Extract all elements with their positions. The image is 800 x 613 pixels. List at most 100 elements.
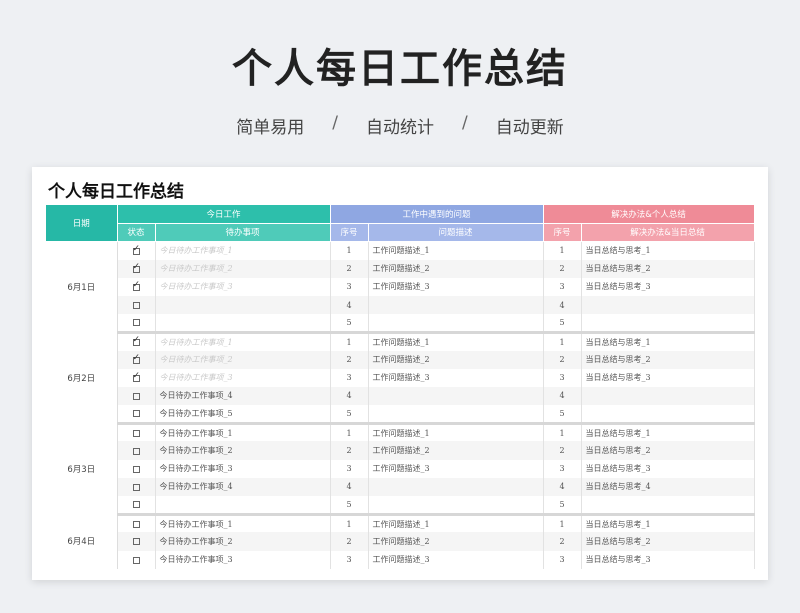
date-cell[interactable]: 6月1日 xyxy=(46,241,118,333)
checkbox[interactable] xyxy=(132,556,140,564)
seq-cell[interactable]: 2 xyxy=(330,259,369,278)
summary-cell[interactable] xyxy=(581,496,755,516)
status-cell[interactable] xyxy=(117,423,156,442)
seq-cell[interactable]: 5 xyxy=(543,314,582,334)
problem-cell[interactable]: 工作问题描述_1 xyxy=(368,423,544,442)
problem-cell[interactable]: 工作问题描述_2 xyxy=(368,532,544,551)
seq-cell[interactable]: 3 xyxy=(330,459,369,478)
checkbox[interactable] xyxy=(132,353,140,364)
seq-cell[interactable]: 1 xyxy=(330,332,369,351)
header-status[interactable]: 状态 xyxy=(117,223,156,242)
seq-cell[interactable]: 2 xyxy=(543,259,582,278)
problem-cell[interactable]: 工作问题描述_2 xyxy=(368,441,544,460)
status-cell[interactable] xyxy=(117,405,156,425)
checkbox[interactable] xyxy=(132,521,140,529)
header-group-today[interactable]: 今日工作 xyxy=(117,205,331,224)
summary-cell[interactable] xyxy=(581,405,755,425)
problem-cell[interactable] xyxy=(368,496,544,516)
summary-cell[interactable]: 当日总结与思考_2 xyxy=(581,532,755,551)
seq-cell[interactable]: 5 xyxy=(330,314,369,334)
status-cell[interactable] xyxy=(117,532,156,551)
problem-cell[interactable] xyxy=(368,386,544,406)
seq-cell[interactable]: 1 xyxy=(543,514,582,533)
seq-cell[interactable]: 3 xyxy=(543,550,582,569)
seq-cell[interactable]: 2 xyxy=(330,350,369,369)
todo-cell[interactable]: 今日待办工作事项_2 xyxy=(155,441,331,460)
seq-cell[interactable]: 5 xyxy=(543,405,582,425)
todo-cell[interactable] xyxy=(155,314,331,334)
seq-cell[interactable]: 2 xyxy=(543,532,582,551)
seq-cell[interactable]: 2 xyxy=(330,441,369,460)
status-cell[interactable] xyxy=(117,241,156,260)
seq-cell[interactable]: 4 xyxy=(543,386,582,406)
status-cell[interactable] xyxy=(117,295,156,315)
seq-cell[interactable]: 4 xyxy=(543,295,582,315)
summary-cell[interactable]: 当日总结与思考_2 xyxy=(581,350,755,369)
seq-cell[interactable]: 3 xyxy=(543,277,582,296)
checkbox[interactable] xyxy=(132,501,140,509)
header-todo[interactable]: 待办事项 xyxy=(155,223,331,242)
status-cell[interactable] xyxy=(117,441,156,460)
seq-cell[interactable]: 1 xyxy=(543,332,582,351)
checkbox[interactable] xyxy=(132,302,140,310)
status-cell[interactable] xyxy=(117,259,156,278)
todo-cell[interactable]: 今日待办工作事项_1 xyxy=(155,241,331,260)
status-cell[interactable] xyxy=(117,550,156,569)
header-seq[interactable]: 序号 xyxy=(543,223,582,242)
date-cell[interactable]: 6月2日 xyxy=(46,332,118,424)
date-cell[interactable]: 6月3日 xyxy=(46,423,118,515)
summary-cell[interactable]: 当日总结与思考_1 xyxy=(581,514,755,533)
status-cell[interactable] xyxy=(117,477,156,496)
checkbox[interactable] xyxy=(132,483,140,491)
summary-cell[interactable]: 当日总结与思考_3 xyxy=(581,550,755,569)
checkbox[interactable] xyxy=(132,335,140,347)
problem-cell[interactable]: 工作问题描述_3 xyxy=(368,368,544,387)
header-group-solutions[interactable]: 解决办法&个人总结 xyxy=(543,205,755,224)
todo-cell[interactable]: 今日待办工作事项_3 xyxy=(155,277,331,296)
summary-cell[interactable]: 当日总结与思考_2 xyxy=(581,441,755,460)
todo-cell[interactable]: 今日待办工作事项_1 xyxy=(155,332,331,351)
seq-cell[interactable]: 2 xyxy=(543,441,582,460)
seq-cell[interactable]: 3 xyxy=(330,368,369,387)
summary-cell[interactable]: 当日总结与思考_1 xyxy=(581,241,755,260)
seq-cell[interactable]: 4 xyxy=(330,477,369,496)
seq-cell[interactable]: 2 xyxy=(330,532,369,551)
seq-cell[interactable]: 1 xyxy=(330,241,369,260)
seq-cell[interactable]: 1 xyxy=(543,241,582,260)
summary-cell[interactable]: 当日总结与思考_3 xyxy=(581,368,755,387)
header-solution[interactable]: 解决办法&当日总结 xyxy=(581,223,755,242)
checkbox[interactable] xyxy=(132,538,140,546)
summary-cell[interactable] xyxy=(581,295,755,315)
checkbox[interactable] xyxy=(132,319,140,327)
todo-cell[interactable]: 今日待办工作事项_5 xyxy=(155,405,331,425)
problem-cell[interactable] xyxy=(368,314,544,334)
status-cell[interactable] xyxy=(117,332,156,351)
date-cell[interactable]: 6月4日 xyxy=(46,514,118,569)
problem-cell[interactable] xyxy=(368,405,544,425)
todo-cell[interactable]: 今日待办工作事项_2 xyxy=(155,259,331,278)
todo-cell[interactable]: 今日待办工作事项_4 xyxy=(155,477,331,496)
todo-cell[interactable]: 今日待办工作事项_4 xyxy=(155,386,331,406)
summary-cell[interactable]: 当日总结与思考_2 xyxy=(581,259,755,278)
problem-cell[interactable]: 工作问题描述_3 xyxy=(368,459,544,478)
seq-cell[interactable]: 3 xyxy=(330,277,369,296)
problem-cell[interactable]: 工作问题描述_2 xyxy=(368,259,544,278)
status-cell[interactable] xyxy=(117,459,156,478)
checkbox[interactable] xyxy=(132,447,140,455)
seq-cell[interactable]: 3 xyxy=(330,550,369,569)
checkbox[interactable] xyxy=(132,262,140,273)
seq-cell[interactable]: 3 xyxy=(543,368,582,387)
header-date[interactable]: 日期 xyxy=(46,205,118,242)
seq-cell[interactable]: 1 xyxy=(543,423,582,442)
todo-cell[interactable]: 今日待办工作事项_3 xyxy=(155,550,331,569)
summary-cell[interactable]: 当日总结与思考_1 xyxy=(581,423,755,442)
status-cell[interactable] xyxy=(117,350,156,369)
todo-cell[interactable] xyxy=(155,295,331,315)
todo-cell[interactable]: 今日待办工作事项_3 xyxy=(155,368,331,387)
status-cell[interactable] xyxy=(117,277,156,296)
problem-cell[interactable]: 工作问题描述_3 xyxy=(368,277,544,296)
todo-cell[interactable]: 今日待办工作事项_1 xyxy=(155,514,331,533)
todo-cell[interactable] xyxy=(155,496,331,516)
problem-cell[interactable]: 工作问题描述_3 xyxy=(368,550,544,569)
header-seq[interactable]: 序号 xyxy=(330,223,369,242)
